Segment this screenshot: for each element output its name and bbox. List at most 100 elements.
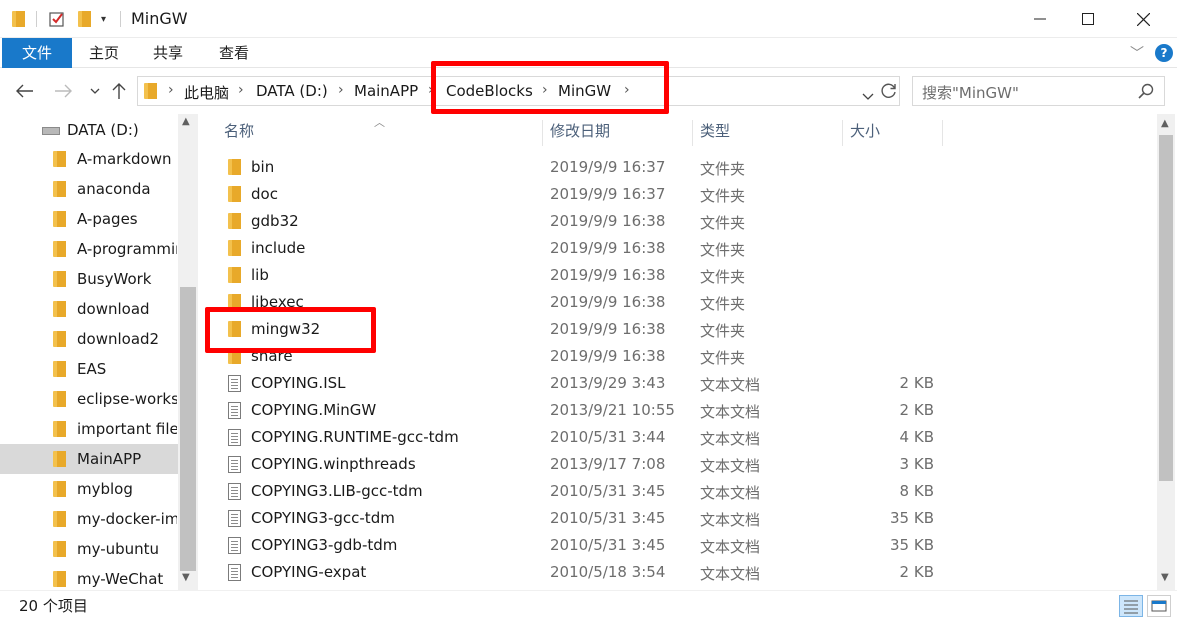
file-date: 2010/5/31 3:44 <box>550 428 666 446</box>
column-divider[interactable] <box>842 120 843 146</box>
table-row[interactable]: include 2019/9/9 16:38 文件夹 <box>222 235 942 262</box>
large-icons-view-button[interactable] <box>1147 595 1171 617</box>
table-row[interactable]: COPYING3-gcc-tdm 2010/5/31 3:45 文本文档 35 KB <box>222 505 942 532</box>
refresh-icon[interactable] <box>880 82 898 104</box>
column-divider[interactable] <box>542 120 543 146</box>
folder-icon <box>53 151 66 167</box>
customize-toolbar-chevron-icon[interactable]: ▾ <box>101 9 106 29</box>
folder-icon <box>228 213 241 233</box>
sidebar-item-download[interactable]: download <box>0 294 178 324</box>
sidebar-item-eclipse-workspace[interactable]: eclipse-workspace <box>0 384 178 414</box>
tab-file[interactable]: 文件 <box>2 38 72 68</box>
table-row[interactable]: COPYING3.LIB-gcc-tdm 2010/5/31 3:45 文本文档 8 … <box>222 478 942 505</box>
sidebar-item-a-markdown[interactable]: A-markdown <box>0 144 178 174</box>
new-folder-icon[interactable] <box>78 9 91 29</box>
address-history-chevron-icon[interactable] <box>862 87 874 105</box>
tab-share[interactable]: 共享 <box>144 38 192 68</box>
file-name: doc <box>251 185 278 203</box>
sidebar-item-my-docker-images[interactable]: my-docker-images <box>0 504 178 534</box>
minimize-icon[interactable] <box>1015 0 1065 38</box>
help-icon[interactable]: ? <box>1155 44 1173 62</box>
file-name: COPYING3.LIB-gcc-tdm <box>251 482 423 500</box>
tab-home[interactable]: 主页 <box>80 38 128 68</box>
back-arrow-icon[interactable] <box>14 80 36 102</box>
file-size: 8 KB <box>899 482 934 500</box>
window-title: MinGW <box>131 9 188 28</box>
column-divider[interactable] <box>692 120 693 146</box>
folder-icon[interactable] <box>12 9 25 29</box>
table-row[interactable]: COPYING.MinGW 2013/9/21 10:55 文本文档 2 KB <box>222 397 942 424</box>
column-header-size[interactable]: 大小 <box>850 120 880 150</box>
scroll-down-arrow-icon[interactable]: ▼ <box>182 572 190 583</box>
document-icon <box>228 402 241 423</box>
column-header-type[interactable]: 类型 <box>700 120 730 150</box>
search-input[interactable]: 搜索"MinGW" <box>912 76 1165 106</box>
scroll-down-arrow-icon[interactable]: ▼ <box>1161 572 1169 583</box>
sidebar-item-data-drive[interactable]: DATA (D:) <box>0 115 178 145</box>
table-row[interactable]: bin 2019/9/9 16:37 文件夹 <box>222 154 942 181</box>
chevron-right-icon[interactable]: › <box>168 82 174 98</box>
sidebar-item-mainapp[interactable]: MainAPP <box>0 444 178 474</box>
details-view-button[interactable] <box>1119 595 1143 617</box>
sidebar-item-a-pages[interactable]: A-pages <box>0 204 178 234</box>
sidebar-item-eas[interactable]: EAS <box>0 354 178 384</box>
expand-ribbon-chevron-icon[interactable]: ﹀ <box>1130 43 1144 63</box>
file-type: 文件夹 <box>700 214 746 232</box>
chevron-right-icon[interactable]: › <box>338 82 344 98</box>
scroll-up-arrow-icon[interactable]: ▲ <box>1161 118 1169 129</box>
file-name: include <box>251 239 306 257</box>
sidebar-item-my-wechat[interactable]: my-WeChat <box>0 564 178 590</box>
file-date: 2013/9/17 7:08 <box>550 455 666 473</box>
up-arrow-icon[interactable] <box>108 80 130 102</box>
table-row[interactable]: lib 2019/9/9 16:38 文件夹 <box>222 262 942 289</box>
breadcrumb-data-drive[interactable]: DATA (D:) <box>256 82 328 100</box>
sidebar-item-myblog[interactable]: myblog <box>0 474 178 504</box>
breadcrumb-this-pc[interactable]: 此电脑 <box>184 82 229 103</box>
close-icon[interactable] <box>1118 0 1168 38</box>
column-divider[interactable] <box>942 120 943 146</box>
sidebar-item-label: download <box>77 300 150 318</box>
column-header-date[interactable]: 修改日期 <box>550 120 610 150</box>
sidebar-item-download2[interactable]: download2 <box>0 324 178 354</box>
sidebar-item-label: my-WeChat <box>77 570 164 588</box>
forward-arrow-icon[interactable] <box>52 80 74 102</box>
chevron-right-icon[interactable]: › <box>238 82 244 98</box>
properties-icon[interactable] <box>48 9 66 29</box>
folder-icon <box>53 511 66 527</box>
breadcrumb-mainapp[interactable]: MainAPP <box>354 82 418 100</box>
file-list-scrollbar-thumb[interactable] <box>1159 135 1173 481</box>
table-row[interactable]: COPYING3-gdb-tdm 2010/5/31 3:45 文本文档 35 KB <box>222 532 942 559</box>
folder-icon <box>228 240 241 260</box>
file-date: 2019/9/9 16:38 <box>550 212 666 230</box>
sidebar-item-anaconda[interactable]: anaconda <box>0 174 178 204</box>
table-row[interactable]: gdb32 2019/9/9 16:38 文件夹 <box>222 208 942 235</box>
search-icon[interactable] <box>1138 83 1154 99</box>
sidebar-item-my-ubuntu[interactable]: my-ubuntu <box>0 534 178 564</box>
sidebar-item-important-files[interactable]: important files <box>0 414 178 444</box>
large-icons-view-icon <box>1151 600 1167 612</box>
table-row[interactable]: doc 2019/9/9 16:37 文件夹 <box>222 181 942 208</box>
table-row[interactable]: COPYING-expat 2010/5/18 3:54 文本文档 2 KB <box>222 559 942 586</box>
file-type: 文件夹 <box>700 349 746 367</box>
file-type: 文本文档 <box>700 457 761 475</box>
drive-icon <box>42 127 60 135</box>
file-type: 文本文档 <box>700 511 761 529</box>
maximize-icon[interactable] <box>1063 0 1113 38</box>
table-row[interactable]: COPYING.ISL 2013/9/29 3:43 文本文档 2 KB <box>222 370 942 397</box>
sidebar-item-busywork[interactable]: BusyWork <box>0 264 178 294</box>
recent-locations-chevron-icon[interactable] <box>84 80 106 102</box>
sidebar-item-a-programming[interactable]: A-programming <box>0 234 178 264</box>
sidebar-scrollbar-thumb[interactable] <box>180 287 196 571</box>
scroll-up-arrow-icon[interactable]: ▲ <box>182 116 190 127</box>
tab-view[interactable]: 查看 <box>210 38 258 68</box>
file-name: COPYING3-gdb-tdm <box>251 536 398 554</box>
file-type: 文件夹 <box>700 160 746 178</box>
document-icon <box>228 375 241 396</box>
sidebar-item-label: myblog <box>77 480 133 498</box>
column-header-name[interactable]: 名称 <box>224 120 254 150</box>
file-name: COPYING.MinGW <box>251 401 377 419</box>
table-row[interactable]: COPYING.RUNTIME-gcc-tdm 2010/5/31 3:44 文本文… <box>222 424 942 451</box>
table-row[interactable]: COPYING.winpthreads 2013/9/17 7:08 文本文档 3 K… <box>222 451 942 478</box>
document-icon <box>228 456 241 477</box>
folder-icon <box>53 211 66 227</box>
